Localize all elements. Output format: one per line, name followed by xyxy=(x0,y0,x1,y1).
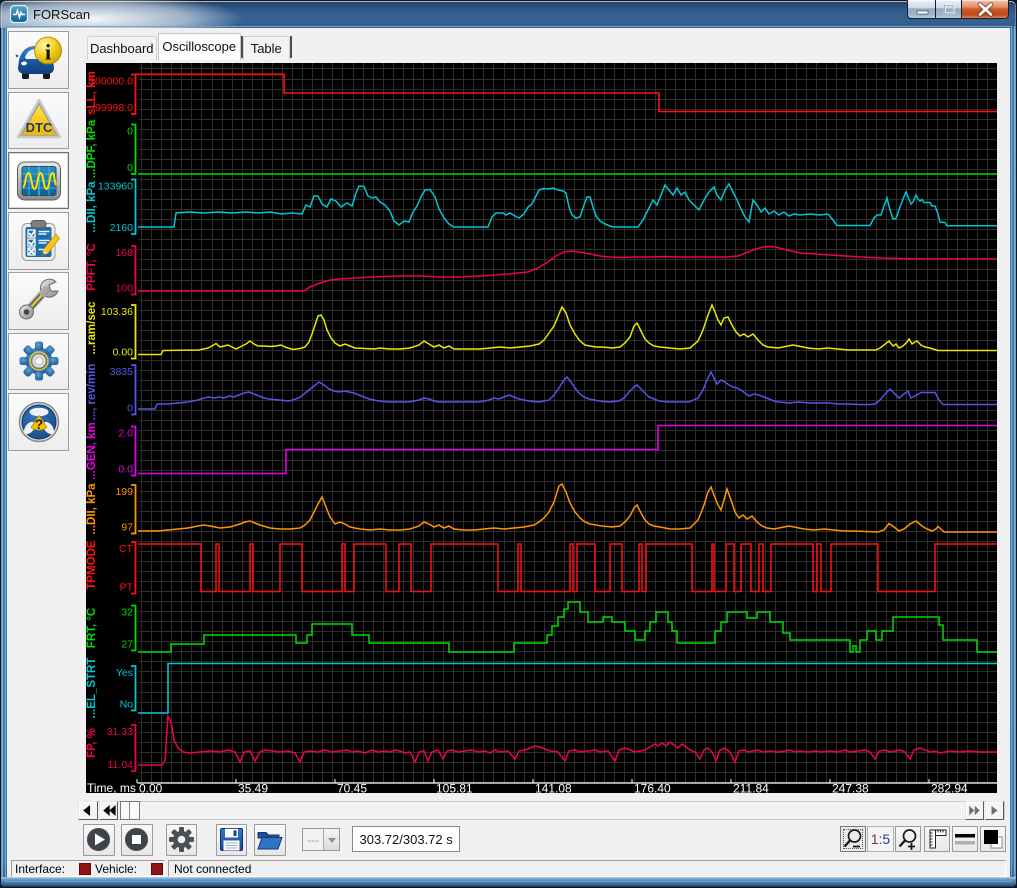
svg-text:70.45: 70.45 xyxy=(337,782,367,794)
svg-text:27: 27 xyxy=(121,639,133,651)
svg-text:TPMODE: TPMODE xyxy=(86,540,98,590)
svg-text:97: 97 xyxy=(121,522,133,534)
svg-text:105.81: 105.81 xyxy=(436,782,473,794)
svg-text:PT: PT xyxy=(120,582,134,594)
svg-text:...ram/sec: ...ram/sec xyxy=(86,301,98,355)
svg-text:247.38: 247.38 xyxy=(832,782,869,794)
svg-text:99998.0: 99998.0 xyxy=(95,102,133,114)
svg-text:...DPF, kPa: ...DPF, kPa xyxy=(86,119,98,178)
svg-text:0.00: 0.00 xyxy=(139,782,163,794)
svg-text:...DII, kPa: ...DII, kPa xyxy=(86,181,98,233)
svg-text:No: No xyxy=(120,699,134,711)
svg-text:?: ? xyxy=(34,417,42,432)
svg-text:..., rev/min: ..., rev/min xyxy=(86,364,98,421)
svg-text:176.40: 176.40 xyxy=(634,782,671,794)
svg-text:11.04: 11.04 xyxy=(108,759,134,771)
svg-text:141.08: 141.08 xyxy=(535,782,572,794)
svg-text:Time, ms: Time, ms xyxy=(87,781,136,793)
svg-text:...EL_STRT: ...EL_STRT xyxy=(86,658,98,719)
svg-text:0: 0 xyxy=(127,162,133,174)
svg-text:199: 199 xyxy=(115,486,133,498)
svg-text:31.33: 31.33 xyxy=(107,726,133,738)
svg-text:0.00: 0.00 xyxy=(113,347,134,359)
svg-text:35.49: 35.49 xyxy=(238,782,268,794)
svg-text:100: 100 xyxy=(115,283,133,295)
svg-text:Yes: Yes xyxy=(116,667,133,679)
svg-text:3835: 3835 xyxy=(110,366,134,378)
svg-text:168: 168 xyxy=(115,247,133,259)
svg-text:PPFT, °C: PPFT, °C xyxy=(86,243,98,290)
svg-text:211.84: 211.84 xyxy=(733,782,769,794)
svg-text:...DII, kPa: ...DII, kPa xyxy=(86,483,98,535)
svg-text:0: 0 xyxy=(127,403,133,415)
svg-text:CT: CT xyxy=(119,543,134,555)
svg-text:282.94: 282.94 xyxy=(931,782,968,794)
svg-text:FP, %: FP, % xyxy=(86,728,98,758)
svg-text:2.0: 2.0 xyxy=(118,428,133,440)
svg-text:103.36: 103.36 xyxy=(101,306,133,318)
svg-text:i: i xyxy=(44,39,50,64)
svg-text:32: 32 xyxy=(121,607,133,619)
svg-text:2160: 2160 xyxy=(110,222,134,234)
svg-text:DTC: DTC xyxy=(25,120,52,135)
svg-text:...GEN, km: ...GEN, km xyxy=(86,422,98,480)
svg-text:FRT, °C: FRT, °C xyxy=(86,608,98,648)
svg-text:0.0: 0.0 xyxy=(118,464,133,476)
svg-text:0: 0 xyxy=(127,126,133,138)
svg-text:sLL, km: sLL, km xyxy=(86,71,98,114)
svg-text:133960: 133960 xyxy=(98,181,133,193)
